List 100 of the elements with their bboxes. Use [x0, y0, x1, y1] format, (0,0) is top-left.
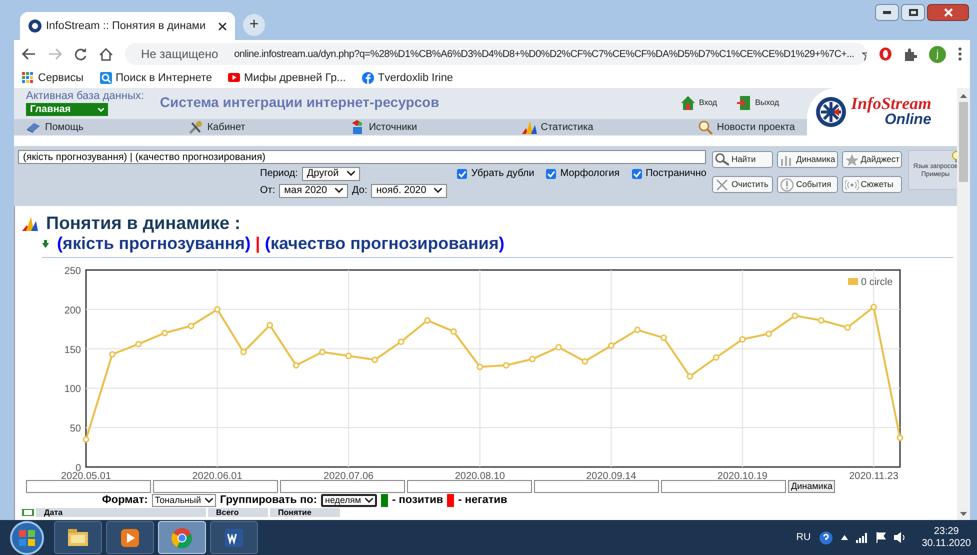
data-point — [424, 317, 431, 324]
search-button[interactable]: Дайджест — [842, 151, 902, 168]
puzzle-icon[interactable] — [904, 48, 917, 60]
x-tick-label: 2020.07.06 — [324, 471, 374, 480]
house-icon — [680, 96, 695, 110]
menu-item[interactable]: Источники — [350, 120, 418, 134]
scrollbar[interactable] — [957, 88, 970, 520]
minimize-button[interactable] — [875, 4, 899, 21]
x-tick-label: 2020.10.19 — [717, 471, 768, 480]
data-point — [398, 338, 404, 345]
close-tab-icon[interactable] — [218, 22, 227, 30]
address-bar[interactable]: Не защищено online.infostream.ua/dyn.php?q=%28%D1%CB%A6%D3%D4%D8+%D0%D2%CF%C7%CE%CF%DA%D5%D7%C1%CE%CE%D1%29+%7C+... — [125, 43, 867, 65]
from-label: От: — [260, 184, 276, 198]
scroll-down-icon[interactable] — [960, 510, 967, 518]
column-header[interactable]: Всего — [208, 508, 268, 517]
security-label: Не защищено — [141, 46, 218, 63]
taskbar-app-button[interactable] — [210, 521, 258, 554]
scroll-up-icon[interactable] — [960, 92, 967, 100]
search-button[interactable]: Динамика — [777, 151, 838, 168]
data-point — [870, 304, 877, 310]
format-select[interactable]: Тональный — [152, 494, 216, 507]
checkbox-option[interactable]: Постранично — [632, 166, 706, 181]
menu-item[interactable]: Статистика — [522, 120, 594, 134]
checkbox-option[interactable]: Морфология — [546, 166, 620, 181]
chrome-icon — [170, 526, 194, 550]
data-point — [476, 364, 484, 370]
database-label: Активная база данных: — [26, 90, 144, 102]
profile-avatar[interactable]: j — [929, 46, 946, 62]
data-point — [240, 348, 247, 356]
x-tick-label: 2020.09.14 — [586, 471, 636, 480]
group-label: Группировать по: — [220, 494, 317, 507]
close-button[interactable] — [927, 4, 969, 21]
start-button[interactable] — [10, 520, 44, 554]
new-tab-button[interactable]: + — [243, 14, 265, 36]
data-point — [345, 352, 352, 360]
tray-arrow-icon[interactable] — [840, 535, 848, 540]
bookmark[interactable]: Tverdoxlib Irine — [362, 70, 454, 86]
taskbar-app-button[interactable] — [106, 521, 154, 554]
dynamics-button[interactable]: Динамика — [788, 480, 836, 493]
period-select[interactable]: Другой — [302, 166, 360, 180]
data-point — [82, 436, 90, 443]
language-indicator[interactable]: RU — [796, 530, 811, 545]
x-tick-label: 2020.05.01 — [60, 471, 112, 480]
login-link[interactable]: Вход — [680, 96, 718, 110]
database-select[interactable]: Главная — [26, 103, 108, 116]
clock-date[interactable]: 30.11.2020 — [922, 538, 971, 550]
exclamation-icon — [780, 178, 794, 192]
star-icon — [844, 152, 859, 166]
flag-icon[interactable] — [876, 532, 886, 543]
close-icon — [944, 8, 952, 17]
from-select[interactable]: мая 2020 — [279, 184, 348, 198]
bookmark[interactable]: Сервисы — [22, 70, 84, 86]
bookmark[interactable]: Мифы древней Гр... — [228, 70, 346, 86]
arrow-down-icon — [42, 240, 49, 248]
caret-icon — [346, 171, 355, 176]
range-field[interactable] — [407, 480, 532, 493]
home-icon[interactable] — [99, 48, 113, 60]
search-button[interactable]: Найти — [712, 151, 774, 168]
chart-bars-icon — [522, 120, 537, 134]
x-tick-label: 2020.11.23 — [849, 471, 898, 480]
checkmark-icon — [632, 170, 641, 178]
checkbox-option[interactable]: Убрать дубли — [457, 166, 534, 181]
bookmark[interactable]: Поиск в Интернете — [100, 70, 212, 86]
taskbar-app-button[interactable] — [54, 521, 102, 554]
to-select[interactable]: нояб. 2020 — [371, 184, 448, 198]
scroll-thumb[interactable] — [959, 102, 968, 182]
door-icon — [737, 96, 752, 110]
maximize-button[interactable] — [901, 4, 925, 21]
search-button[interactable]: Сюжеты — [842, 176, 902, 193]
reload-icon[interactable] — [74, 48, 87, 60]
menu-item[interactable]: Помощь — [26, 120, 84, 134]
data-point — [555, 344, 562, 350]
search-button[interactable]: События — [777, 176, 838, 193]
range-field[interactable] — [153, 480, 278, 493]
tools-icon — [188, 120, 204, 134]
back-icon[interactable] — [22, 48, 36, 60]
windows-logo-icon — [19, 530, 35, 546]
menu-item[interactable]: Новости проекта — [698, 120, 795, 134]
data-point — [292, 362, 300, 369]
clock-time[interactable]: 23:29 — [934, 526, 959, 538]
y-tick-label: 100 — [64, 384, 81, 396]
logout-link[interactable]: Выход — [737, 96, 779, 110]
range-field[interactable] — [26, 480, 151, 493]
data-point — [319, 348, 326, 356]
menu-item[interactable]: Кабинет — [188, 120, 246, 134]
browser-tab[interactable]: InfoStream :: Понятия в динами — [20, 12, 235, 40]
column-header[interactable]: Понятие — [270, 508, 340, 517]
signal-icon[interactable] — [856, 532, 868, 542]
query-field[interactable]: (якість прогнозування) | (качество прогнозирования) — [18, 150, 706, 164]
shield-icon[interactable] — [879, 47, 892, 61]
group-select[interactable]: неделям — [321, 494, 378, 507]
help-icon[interactable] — [818, 530, 833, 544]
column-header[interactable]: Дата — [36, 508, 206, 517]
range-field[interactable] — [534, 480, 659, 493]
logo-emblem-icon — [815, 96, 847, 128]
menu-icon[interactable] — [958, 47, 962, 61]
range-field[interactable] — [661, 480, 786, 493]
range-field[interactable] — [280, 480, 405, 493]
search-button[interactable]: Очистить — [712, 176, 774, 193]
speaker-icon[interactable] — [894, 532, 906, 543]
